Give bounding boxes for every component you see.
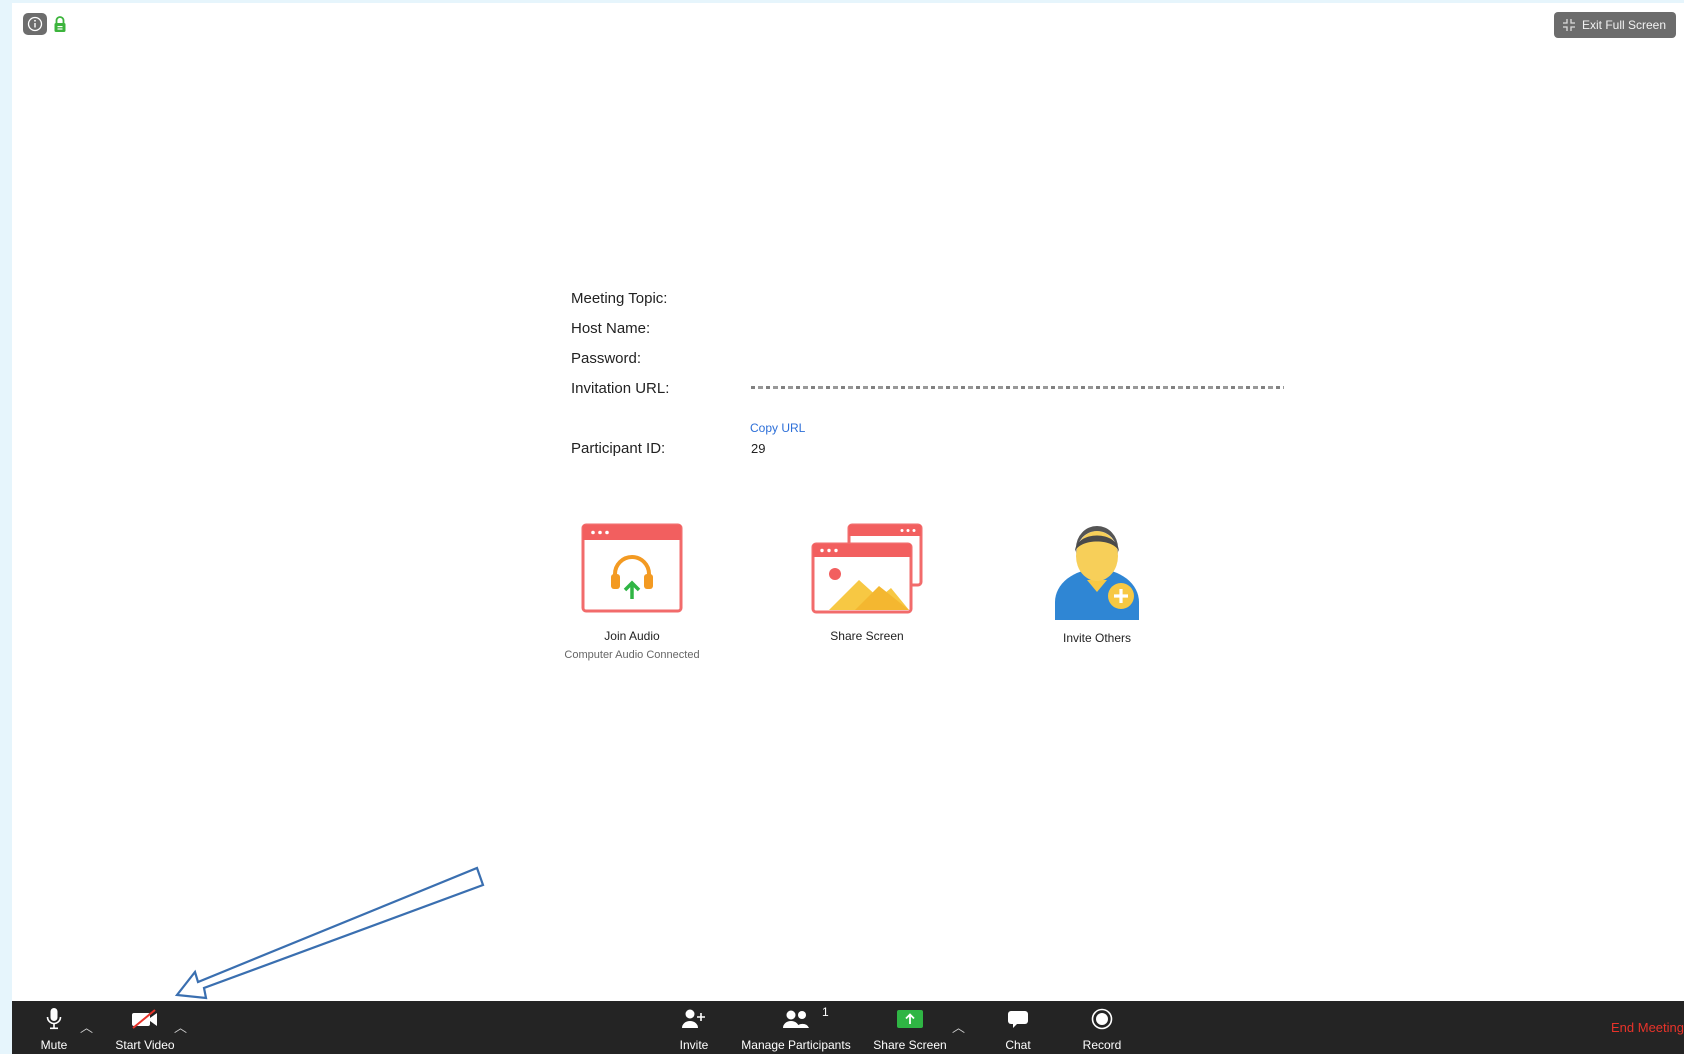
exit-full-screen-button[interactable]: Exit Full Screen bbox=[1554, 12, 1676, 38]
host-name-label: Host Name: bbox=[571, 320, 651, 337]
participant-id-label: Participant ID: bbox=[571, 440, 666, 457]
meeting-info-button[interactable] bbox=[23, 13, 47, 35]
share-screen-icon bbox=[897, 1010, 923, 1028]
start-video-label: Start Video bbox=[115, 1038, 175, 1052]
chat-button[interactable]: Chat bbox=[996, 1006, 1040, 1052]
microphone-icon bbox=[46, 1008, 62, 1030]
record-icon bbox=[1091, 1008, 1113, 1030]
exit-full-screen-label: Exit Full Screen bbox=[1582, 18, 1667, 32]
share-options-caret-icon[interactable]: ︿ bbox=[952, 1017, 965, 1036]
chat-label: Chat bbox=[1005, 1038, 1031, 1052]
share-screen-button[interactable]: Share Screen bbox=[868, 1006, 952, 1052]
manage-participants-button[interactable]: 1 Manage Participants bbox=[736, 1005, 856, 1052]
participants-count: 1 bbox=[822, 1005, 829, 1019]
exit-full-screen-icon bbox=[1563, 19, 1575, 31]
participant-id-value: 29 bbox=[751, 441, 766, 456]
encryption-lock-icon[interactable] bbox=[53, 15, 67, 33]
manage-participants-label: Manage Participants bbox=[741, 1038, 851, 1052]
copy-url-link[interactable]: Copy URL bbox=[750, 421, 805, 435]
join-audio-action[interactable]: Join Audio Computer Audio Connected bbox=[547, 522, 717, 661]
password-label: Password: bbox=[571, 350, 642, 367]
headset-upload-icon bbox=[581, 523, 683, 613]
top-left-indicators bbox=[23, 13, 67, 35]
invitation-url-label: Invitation URL: bbox=[571, 380, 670, 397]
chat-bubble-icon bbox=[1008, 1011, 1028, 1028]
invite-person-plus-icon bbox=[682, 1009, 705, 1028]
annotation-arrow-icon bbox=[174, 866, 485, 1000]
participants-icon bbox=[783, 1010, 809, 1028]
record-button[interactable]: Record bbox=[1076, 1006, 1128, 1052]
audio-options-caret-icon[interactable]: ︿ bbox=[80, 1017, 93, 1036]
share-screen-action[interactable]: Share Screen bbox=[782, 522, 952, 643]
share-screen-toolbar-label: Share Screen bbox=[873, 1038, 947, 1052]
share-screen-label: Share Screen bbox=[830, 629, 904, 643]
mute-button[interactable]: Mute bbox=[26, 1006, 82, 1052]
invite-button[interactable]: Invite bbox=[670, 1006, 718, 1052]
meeting-window: Exit Full Screen Meeting Topic: Host Nam… bbox=[12, 3, 1684, 1054]
invite-label: Invite bbox=[679, 1038, 709, 1052]
invitation-url-redacted bbox=[751, 386, 1284, 389]
end-meeting-button[interactable]: End Meeting bbox=[1611, 1020, 1684, 1035]
share-screen-window-icon bbox=[811, 523, 923, 614]
video-off-icon bbox=[132, 1009, 157, 1029]
video-options-caret-icon[interactable]: ︿ bbox=[174, 1017, 187, 1036]
join-audio-status: Computer Audio Connected bbox=[564, 649, 700, 661]
invite-others-label: Invite Others bbox=[1062, 631, 1132, 645]
meeting-topic-label: Meeting Topic: bbox=[571, 290, 668, 307]
mute-label: Mute bbox=[40, 1038, 68, 1052]
meeting-toolbar: Mute ︿ Start Video ︿ Invite 1 Manage Par… bbox=[12, 1001, 1684, 1054]
join-audio-label: Join Audio bbox=[604, 629, 660, 643]
info-icon bbox=[27, 16, 43, 32]
record-label: Record bbox=[1082, 1038, 1122, 1052]
invite-others-action[interactable]: Invite Others bbox=[1012, 516, 1182, 645]
person-add-icon bbox=[1055, 526, 1139, 620]
